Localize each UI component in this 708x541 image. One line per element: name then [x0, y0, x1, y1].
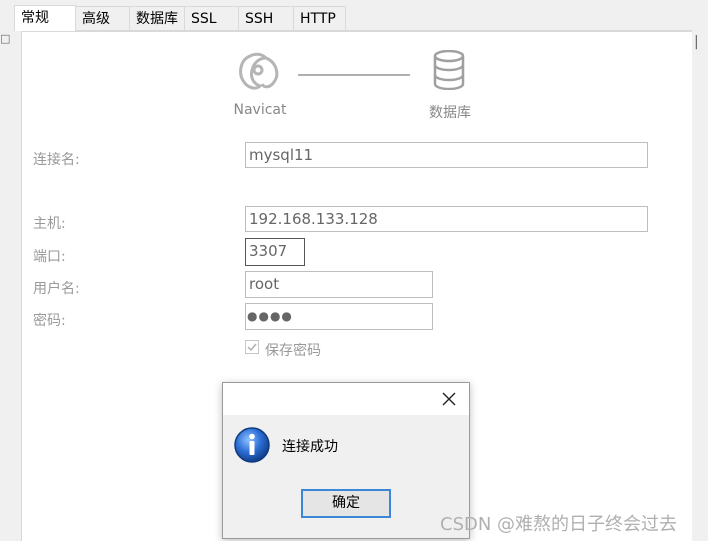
background-window-mark-right: |	[694, 34, 699, 50]
password-mask: ●●●●	[247, 309, 293, 323]
save-password-label: 保存密码	[265, 343, 321, 359]
connection-name-label: 连接名:	[33, 152, 80, 168]
message-dialog: 连接成功 确定	[222, 382, 470, 539]
tab-label: 常规	[21, 10, 49, 26]
tab-ssh[interactable]: SSH	[238, 6, 294, 30]
info-icon	[234, 427, 270, 463]
tab-database[interactable]: 数据库	[129, 6, 185, 30]
tab-ssl[interactable]: SSL	[184, 6, 239, 30]
dialog-message: 连接成功	[282, 439, 338, 455]
password-label: 密码:	[33, 313, 66, 329]
save-password-checkbox[interactable]	[245, 340, 259, 354]
tab-label: 数据库	[136, 11, 178, 27]
username-input[interactable]: root	[245, 271, 433, 298]
ok-button[interactable]: 确定	[301, 489, 391, 518]
background-window-strip: □	[0, 0, 10, 541]
diagram-caption-navicat: Navicat	[233, 102, 287, 118]
tab-label: SSH	[245, 11, 274, 27]
tab-bar: 常规 高级 数据库 SSL SSH HTTP	[14, 5, 692, 31]
port-label: 端口:	[33, 249, 66, 265]
navicat-logo-icon	[239, 52, 279, 90]
close-icon[interactable]	[439, 389, 459, 409]
tab-http[interactable]: HTTP	[293, 6, 346, 30]
tab-label: 高级	[82, 11, 110, 27]
connection-line	[298, 74, 410, 76]
dialog-titlebar	[223, 383, 469, 415]
tab-label: SSL	[191, 11, 217, 27]
background-window-mark: □	[0, 32, 11, 45]
port-input[interactable]: 3307	[245, 238, 305, 266]
tab-label: HTTP	[300, 11, 336, 27]
username-label: 用户名:	[33, 281, 80, 297]
connection-name-input[interactable]: mysql11	[245, 142, 648, 168]
tab-advanced[interactable]: 高级	[75, 6, 130, 30]
checkmark-icon	[247, 343, 257, 352]
diagram-caption-database: 数据库	[429, 105, 471, 121]
background-window-strip-right: |	[692, 0, 708, 541]
database-icon	[433, 50, 465, 90]
host-label: 主机:	[33, 216, 66, 232]
csdn-watermark: CSDN @难熬的日子终会过去	[440, 514, 678, 535]
tab-general[interactable]: 常规	[14, 5, 76, 31]
host-input[interactable]: 192.168.133.128	[245, 206, 648, 232]
